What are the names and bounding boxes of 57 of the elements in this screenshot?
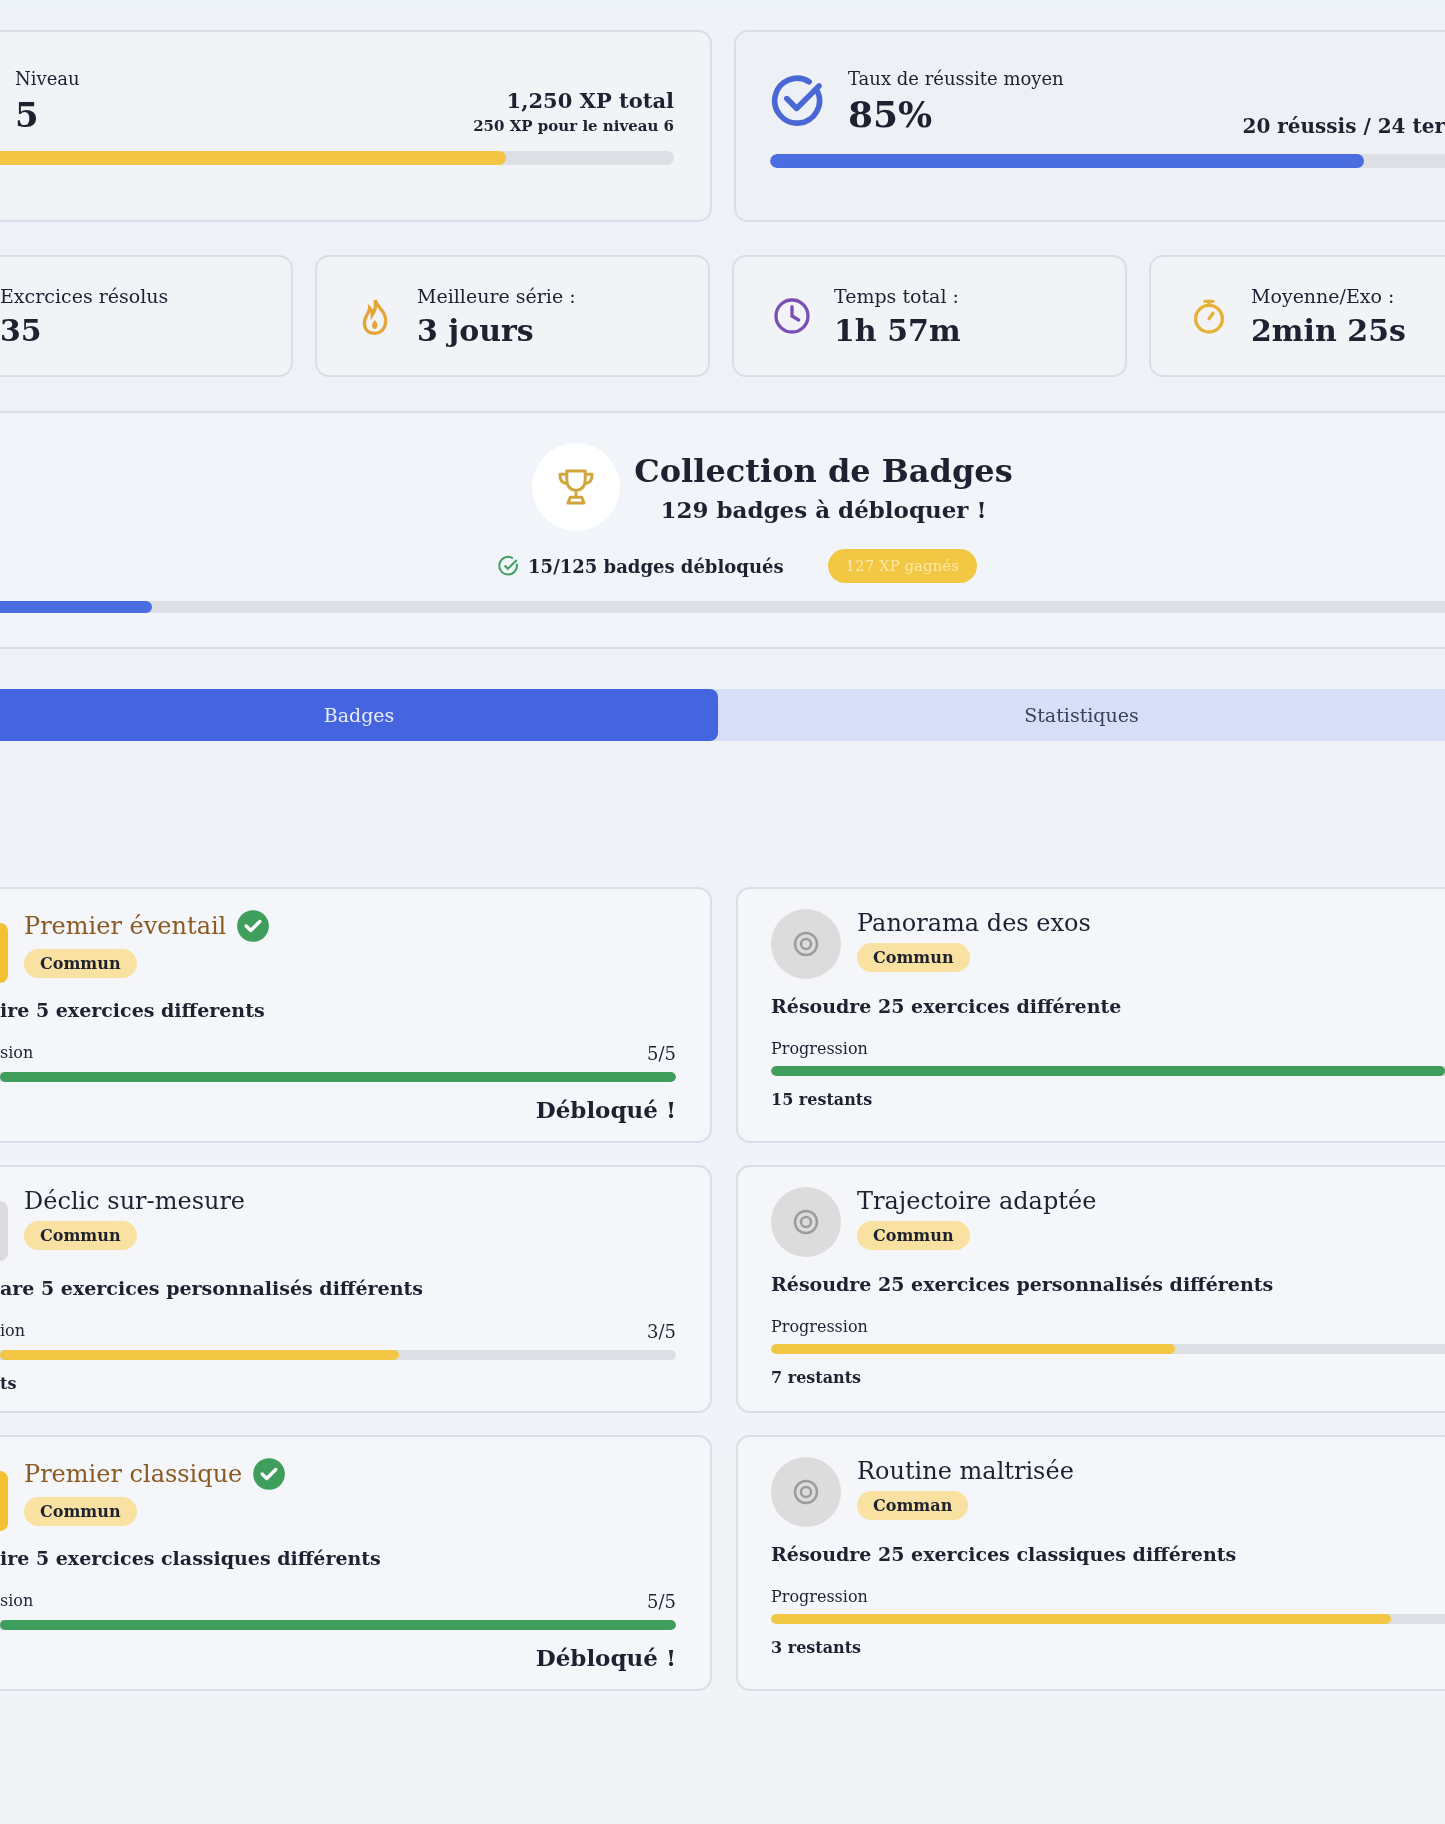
rarity-tag: Commun	[857, 943, 970, 972]
stat-value: 35	[0, 312, 43, 348]
progress-label: Progression	[771, 1317, 868, 1336]
badge-title: Déclic sur-mesure	[24, 1187, 246, 1215]
badge-status: 7 restants	[771, 1368, 863, 1387]
progress-label: Progression	[771, 1039, 868, 1058]
xp-earned-badge: 127 XP gagnés	[827, 549, 977, 583]
progress-label: sion	[0, 1591, 34, 1612]
rarity-tag: Commun	[857, 1221, 970, 1250]
level-label: Niveau	[15, 68, 80, 89]
badge-status: ts	[0, 1374, 18, 1393]
stat-label: Moyenne/Exo :	[1251, 284, 1396, 307]
progress-label: sion	[0, 1043, 34, 1064]
stat-value: 1h 57m	[834, 312, 961, 348]
rarity-tag: Commun	[24, 1497, 137, 1526]
checkmark-icon	[252, 1457, 287, 1491]
stat-value: 3 jours	[417, 312, 535, 348]
stat-label: Meilleure série :	[417, 284, 576, 307]
check-circle-icon	[498, 555, 521, 577]
badge-status: Débloqué !	[534, 1096, 676, 1123]
progress-label: Progression	[771, 1587, 868, 1606]
badges-unlocked-count: 15/125 badges débloqués	[528, 555, 784, 577]
success-label: Taux de réussite moyen	[848, 68, 1064, 89]
level-value: 5	[15, 95, 40, 135]
badge-status: 15 restants	[771, 1090, 874, 1109]
stat-value: 2min 25s	[1251, 312, 1406, 348]
badge-status: 3 restants	[771, 1638, 863, 1657]
badge-description: Résoudre 25 exercices classiques différents	[771, 1543, 1238, 1565]
progress-count: 5/5	[647, 1591, 676, 1612]
success-detail: 20 réussis / 24 ter	[1242, 114, 1445, 138]
rarity-tag: Commun	[24, 949, 137, 978]
badge-title: Premier éventail	[24, 912, 227, 940]
tab[interactable]: Badges	[0, 689, 718, 741]
badge-description: are 5 exercices personnalisés différents	[0, 1277, 424, 1299]
success-value: 85%	[848, 93, 934, 135]
badge-status: Débloqué !	[534, 1644, 676, 1671]
badge-title: Premier classique	[24, 1460, 243, 1488]
progress-label: ion	[0, 1321, 26, 1342]
badge-description: ire 5 exercices classiques différents	[0, 1547, 382, 1569]
collection-title: Collection de Badges	[634, 451, 1013, 490]
badge-title: Routine maltrisée	[857, 1457, 1074, 1485]
badge-title: Trajectoire adaptée	[857, 1187, 1097, 1215]
badge-title: Panorama des exos	[857, 909, 1091, 937]
checkmark-icon	[236, 909, 271, 943]
rarity-tag: Comman	[857, 1491, 969, 1520]
stat-label: Excrcices résolus	[0, 284, 169, 307]
rarity-tag: Commun	[24, 1221, 137, 1250]
progress-count: 5/5	[647, 1043, 676, 1064]
badge-description: Résoudre 25 exercices personnalisés différents	[771, 1273, 1275, 1295]
collection-subtitle: 129 badges à débloquer !	[659, 495, 988, 523]
xp-next-level: 250 XP pour le niveau 6	[473, 117, 674, 135]
badge-description: Résoudre 25 exercices différente	[771, 995, 1123, 1017]
clock-icon	[772, 296, 812, 336]
xp-total: 1,250 XP total	[505, 88, 674, 113]
progress-count: 3/5	[647, 1321, 676, 1342]
badge-description: ire 5 exercices differents	[0, 999, 266, 1021]
stat-label: Temps total :	[834, 284, 960, 307]
